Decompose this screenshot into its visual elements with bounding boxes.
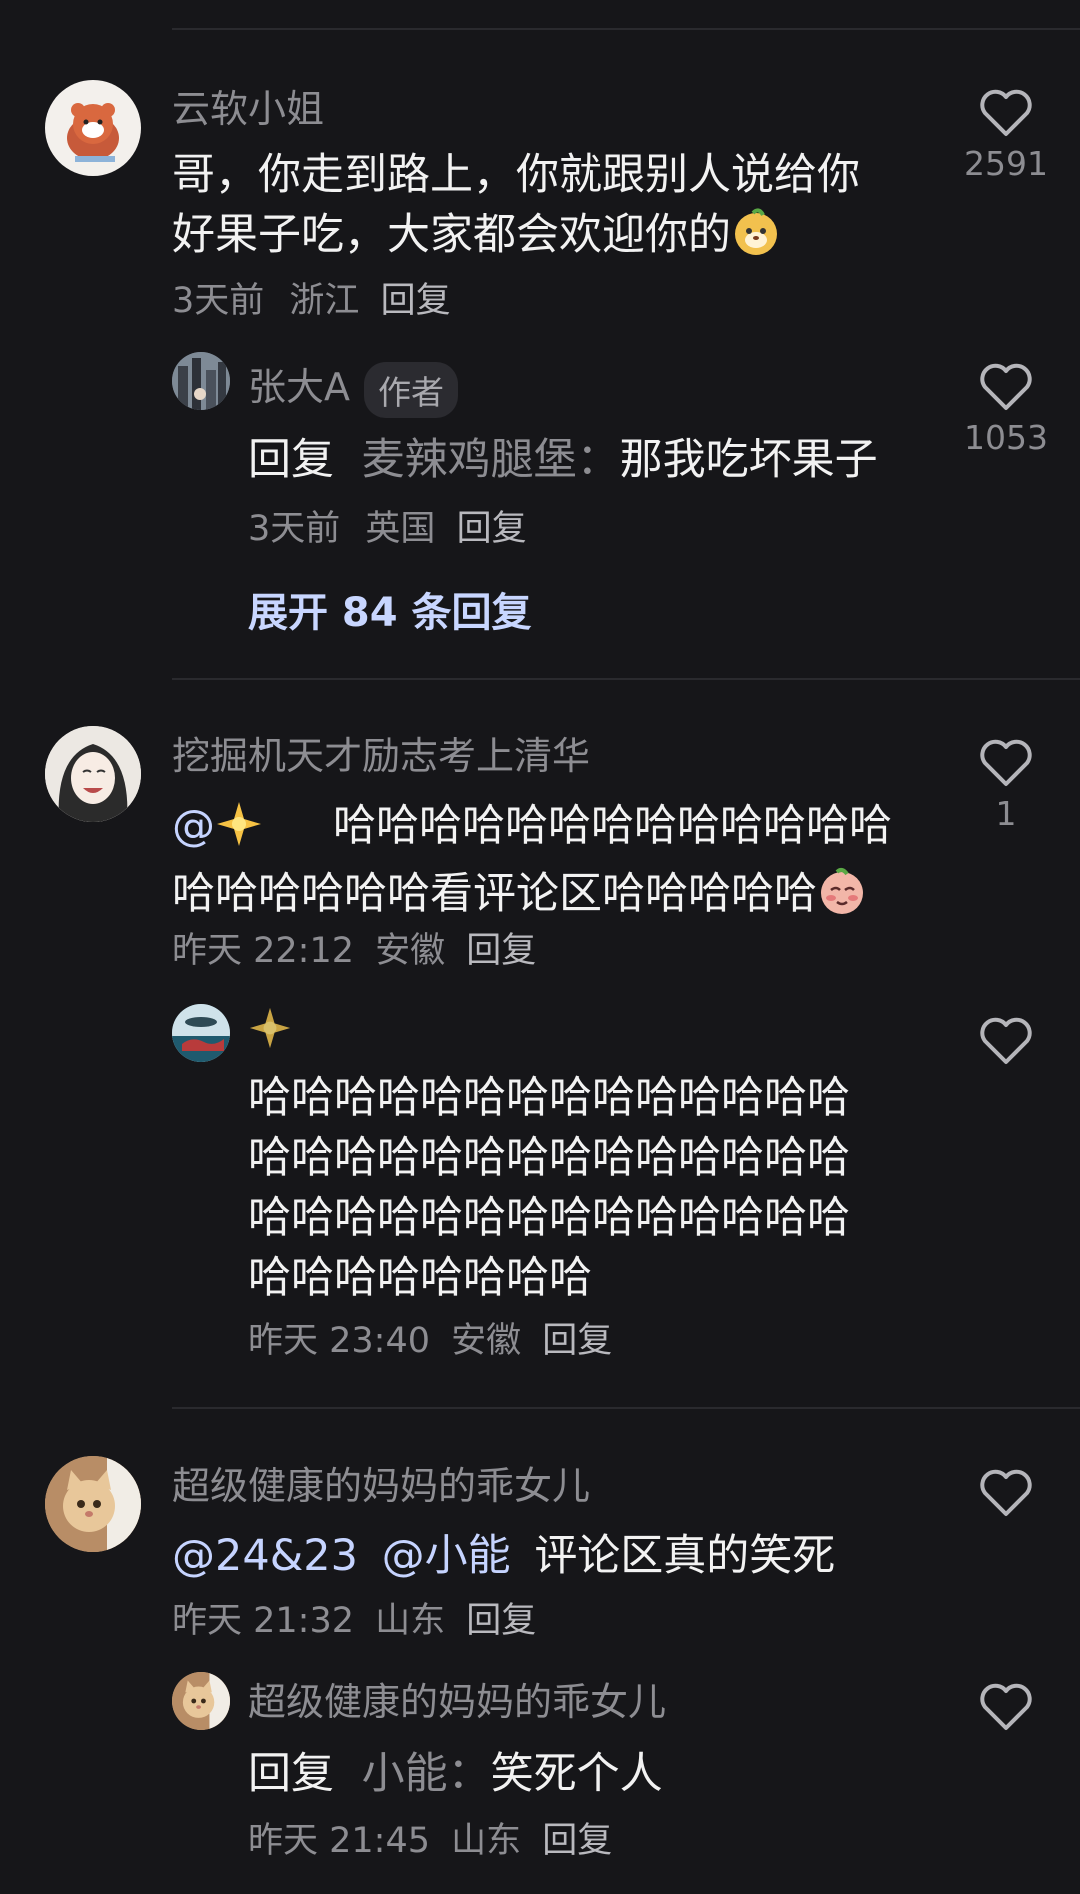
avatar[interactable] [45,80,141,176]
sparkle-star-emoji-icon [248,1006,292,1054]
doge-emoji-icon [731,207,781,273]
reply-text: 回复 小能：笑死个人 [248,1744,663,1804]
sparkle-star-emoji-icon [215,800,263,864]
reply-button[interactable]: 回复 [542,1821,612,1861]
reply-button[interactable]: 回复 [466,1601,536,1641]
comment-location: 浙江 [289,281,360,321]
reply-text-line: 哈哈哈哈哈哈哈哈 [248,1253,592,1303]
reply-prefix: 回复 [248,435,334,485]
top-divider [172,28,1080,30]
like-button[interactable]: 1053 [946,362,1066,457]
expand-replies-button[interactable]: 展开 84 条回复 [248,580,532,638]
crescent-moon-emoji-icon [269,800,313,864]
heart-icon [980,739,1032,786]
avatar[interactable] [172,1004,230,1062]
comment-username[interactable]: 挖掘机天才励志考上清华 [172,725,590,780]
comment-text-line-content: 哈哈哈哈哈哈看评论区哈哈哈哈哈 [172,869,817,919]
reply-time: 昨天 23:40 [248,1321,430,1361]
reply-text: 回复 麦辣鸡腿堡：那我吃坏果子 [248,430,878,490]
like-button[interactable]: 1 [946,738,1066,833]
avatar[interactable] [172,1672,230,1730]
reply-text-content: 那我吃坏果子 [619,435,878,485]
mention-link[interactable]: @ [172,801,215,851]
like-count: 1053 [964,418,1048,457]
heart-icon [980,363,1032,410]
heart-icon [980,1017,1032,1064]
mention-link[interactable]: @24&23 [172,1531,358,1581]
like-button[interactable] [946,1682,1066,1732]
heart-icon [980,1683,1032,1730]
reply-button[interactable]: 回复 [542,1321,612,1361]
reply-text-line: 哈哈哈哈哈哈哈哈哈哈哈哈哈哈 [248,1133,850,1183]
like-button[interactable] [946,1016,1066,1066]
comment-username[interactable]: 云软小姐 [172,78,324,133]
city-avatar-icon [172,352,230,410]
comment-text-line: 好果子吃，大家都会欢迎你的 [172,205,860,273]
reply-username[interactable] [248,1006,338,1054]
reply-time: 3天前 [248,509,341,549]
comment-text: @ 哈哈哈哈哈哈哈哈哈哈哈哈哈 哈哈哈哈哈哈看评论区哈哈哈哈哈 [172,796,892,932]
reply-time: 昨天 21:45 [248,1821,430,1861]
comment-time: 3天前 [172,281,265,321]
reply-to-user[interactable]: 小能 [362,1749,448,1799]
reply-location: 英国 [365,509,436,549]
mention-link[interactable]: @小能 [382,1531,511,1581]
reply-prefix: 回复 [248,1749,334,1799]
heart-icon [980,1469,1032,1516]
comment-text-line-content: 哈哈哈哈哈哈哈哈哈哈哈哈哈 [333,801,892,851]
comment-meta: 3天前 浙江 回复 [172,272,451,323]
like-button[interactable] [946,1468,1066,1518]
comment-location: 安徽 [375,931,446,971]
avatar[interactable] [45,1456,141,1552]
red-panda-avatar-icon [67,103,119,162]
reply-button[interactable]: 回复 [381,281,451,321]
like-count: 2591 [964,144,1048,183]
like-button[interactable]: 2591 [946,88,1066,183]
reply-to-user[interactable]: 麦辣鸡腿堡 [362,435,577,485]
comment-text-line: @ 哈哈哈哈哈哈哈哈哈哈哈哈哈 [172,796,892,864]
comment-text-content: 评论区真的笑死 [534,1531,836,1581]
blushing-emoji-icon [817,866,867,932]
reply-button[interactable]: 回复 [466,931,536,971]
anime-girl-avatar-icon [45,726,141,822]
comment-meta: 昨天 22:12 安徽 回复 [172,922,536,973]
comment-text: 哥，你走到路上，你就跟别人说给你 好果子吃，大家都会欢迎你的 [172,145,860,273]
comment-divider [172,678,1080,680]
author-badge: 作者 [364,361,458,418]
heart-icon [980,89,1032,136]
colon: ： [447,1749,491,1799]
like-count: 1 [995,794,1017,833]
reply-username-text: 张大A [248,365,350,409]
reply-username[interactable]: 超级健康的妈妈的乖女儿 [248,1671,666,1726]
reply-text-line: 哈哈哈哈哈哈哈哈哈哈哈哈哈哈 [248,1073,850,1123]
comment-meta: 昨天 21:32 山东 回复 [172,1592,536,1643]
reply-meta: 昨天 21:45 山东 回复 [248,1812,612,1863]
ocean-avatar-icon [172,1004,230,1062]
colon: ： [576,435,620,485]
comment-location: 山东 [375,1601,446,1641]
reply-username[interactable]: 张大A 作者 [248,356,458,418]
avatar[interactable] [45,726,141,822]
comment-time: 昨天 22:12 [172,931,354,971]
cat-avatar-icon [172,1672,230,1730]
reply-location: 山东 [451,1821,522,1861]
comment-text-line-content: 好果子吃，大家都会欢迎你的 [172,210,731,260]
reply-meta: 昨天 23:40 安徽 回复 [248,1312,612,1363]
reply-location: 安徽 [451,1321,522,1361]
comment-text: @24&23 @小能 评论区真的笑死 [172,1526,835,1586]
cat-avatar-icon [45,1456,141,1552]
reply-text-content: 笑死个人 [490,1749,663,1799]
crescent-moon-emoji-icon [298,1006,338,1054]
avatar[interactable] [172,352,230,410]
comment-text-line: 哥，你走到路上，你就跟别人说给你 [172,150,860,200]
reply-button[interactable]: 回复 [457,509,527,549]
comment-username[interactable]: 超级健康的妈妈的乖女儿 [172,1455,590,1510]
reply-meta: 3天前 英国 回复 [248,500,527,551]
reply-text: 哈哈哈哈哈哈哈哈哈哈哈哈哈哈 哈哈哈哈哈哈哈哈哈哈哈哈哈哈 哈哈哈哈哈哈哈哈哈哈… [248,1068,850,1308]
reply-text-line: 哈哈哈哈哈哈哈哈哈哈哈哈哈哈 [248,1193,850,1243]
comment-time: 昨天 21:32 [172,1601,354,1641]
comment-divider [172,1407,1080,1409]
